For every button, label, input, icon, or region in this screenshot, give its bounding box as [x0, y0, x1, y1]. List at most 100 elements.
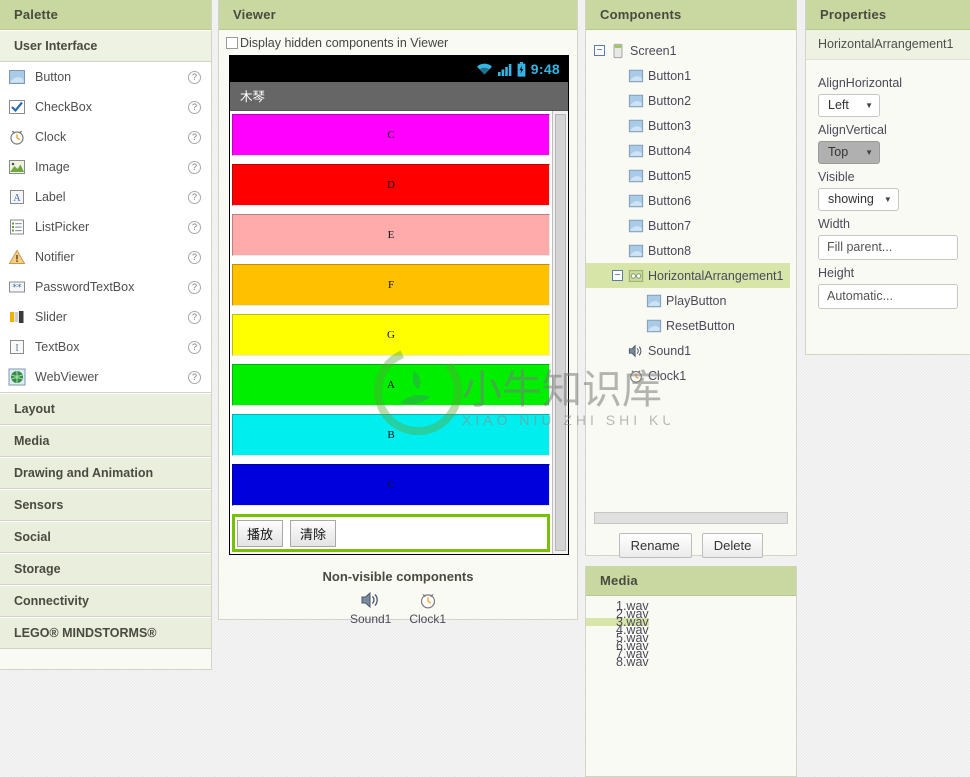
play-button[interactable]: 播放 [237, 520, 283, 547]
note-button-7[interactable]: B [232, 414, 550, 456]
palette-item-image[interactable]: Image? [0, 152, 211, 182]
tree-node-sound1[interactable]: Sound1 [586, 338, 796, 363]
palette-section-lego-mindstorms[interactable]: LEGO® MINDSTORMS® [0, 617, 211, 649]
palette-item-help-icon[interactable]: ? [188, 131, 201, 144]
non-visible-component-clock1[interactable]: Clock1 [409, 591, 446, 626]
note-button-8[interactable]: C [232, 464, 550, 506]
palette-section-layout[interactable]: Layout [0, 393, 211, 425]
property-select-alignhorizontal[interactable]: Left▼ [818, 94, 880, 117]
tree-node-label: Button7 [648, 219, 691, 233]
webviewer-icon [8, 368, 26, 386]
button-icon [628, 168, 644, 184]
property-input-height[interactable]: Automatic... [818, 284, 958, 309]
palette-item-button[interactable]: Button? [0, 62, 211, 92]
palette-item-slider[interactable]: Slider? [0, 302, 211, 332]
tree-node-label: Button1 [648, 69, 691, 83]
tree-node-button4[interactable]: Button4 [586, 138, 796, 163]
tree-toggle-icon[interactable]: − [594, 45, 605, 56]
component-tree-horizontal-scrollbar[interactable] [594, 512, 788, 524]
palette-item-listpicker[interactable]: ListPicker? [0, 212, 211, 242]
speaker-icon [360, 591, 382, 609]
palette-section-sensors[interactable]: Sensors [0, 489, 211, 521]
palette-section-storage[interactable]: Storage [0, 553, 211, 585]
button-icon [646, 293, 662, 309]
palette-item-help-icon[interactable]: ? [188, 341, 201, 354]
tree-node-button2[interactable]: Button2 [586, 88, 796, 113]
tree-node-playbutton[interactable]: PlayButton [586, 288, 796, 313]
property-select-visible[interactable]: showing▼ [818, 188, 899, 211]
palette-item-help-icon[interactable]: ? [188, 251, 201, 264]
viewer-vertical-scrollbar[interactable] [552, 111, 568, 554]
note-button-label: C [387, 129, 394, 141]
button-icon [646, 318, 662, 334]
tree-node-clock1[interactable]: Clock1 [586, 363, 796, 388]
button-icon [628, 93, 644, 109]
palette-item-help-icon[interactable]: ? [188, 161, 201, 174]
palette-item-notifier[interactable]: Notifier? [0, 242, 211, 272]
note-button-5[interactable]: G [232, 314, 550, 356]
palette-section-connectivity[interactable]: Connectivity [0, 585, 211, 617]
reset-button[interactable]: 清除 [290, 520, 336, 547]
horizontal-arrangement[interactable]: 播放清除 [232, 514, 550, 552]
note-button-2[interactable]: D [232, 164, 550, 206]
tree-node-resetbutton[interactable]: ResetButton [586, 313, 796, 338]
non-visible-components-items: Sound1 Clock1 [219, 591, 577, 626]
property-value: showing [828, 192, 874, 206]
viewer-scrollbar-thumb[interactable] [555, 114, 566, 551]
display-hidden-components-row[interactable]: Display hidden components in Viewer [219, 30, 577, 55]
property-input-width[interactable]: Fill parent... [818, 235, 958, 260]
palette-item-webviewer[interactable]: WebViewer? [0, 362, 211, 392]
tree-node-label: Button4 [648, 144, 691, 158]
note-button-6[interactable]: A [232, 364, 550, 406]
tree-node-button3[interactable]: Button3 [586, 113, 796, 138]
palette-title: Palette [0, 0, 211, 30]
tree-node-button5[interactable]: Button5 [586, 163, 796, 188]
display-hidden-components-checkbox[interactable] [226, 37, 238, 49]
palette-section-user-interface[interactable]: User Interface [0, 30, 211, 62]
palette-item-textbox[interactable]: ITextBox? [0, 332, 211, 362]
non-visible-component-sound1[interactable]: Sound1 [350, 591, 391, 626]
image-icon [8, 158, 26, 176]
palette-item-passwordtextbox[interactable]: **PasswordTextBox? [0, 272, 211, 302]
rename-button[interactable]: Rename [619, 533, 692, 558]
tree-node-horizontalarrangement1[interactable]: −HorizontalArrangement1 [586, 263, 790, 288]
delete-button[interactable]: Delete [702, 533, 764, 558]
tree-node-label: Clock1 [648, 369, 686, 383]
tree-node-button6[interactable]: Button6 [586, 188, 796, 213]
palette-item-help-icon[interactable]: ? [188, 371, 201, 384]
note-button-3[interactable]: E [232, 214, 550, 256]
button-icon [628, 243, 644, 259]
palette-item-help-icon[interactable]: ? [188, 71, 201, 84]
button-icon [628, 218, 644, 234]
tree-toggle-icon[interactable]: − [612, 270, 623, 281]
palette-item-help-icon[interactable]: ? [188, 191, 201, 204]
tree-node-screen1[interactable]: −Screen1 [586, 38, 796, 63]
palette-item-checkbox[interactable]: CheckBox? [0, 92, 211, 122]
palette-item-help-icon[interactable]: ? [188, 101, 201, 114]
note-button-1[interactable]: C [232, 114, 550, 156]
palette-item-label: ListPicker [35, 220, 188, 234]
palette-item-help-icon[interactable]: ? [188, 311, 201, 324]
textbox-icon: I [8, 338, 26, 356]
viewer-panel: Viewer Display hidden components in View… [218, 0, 578, 620]
tree-node-button1[interactable]: Button1 [586, 63, 796, 88]
note-button-label: F [388, 279, 394, 291]
property-value: Top [828, 145, 848, 159]
palette-item-label: CheckBox [35, 100, 188, 114]
palette-item-label[interactable]: ALabel? [0, 182, 211, 212]
property-select-alignvertical[interactable]: Top▼ [818, 141, 880, 164]
palette-item-help-icon[interactable]: ? [188, 281, 201, 294]
note-button-4[interactable]: F [232, 264, 550, 306]
media-file-8-wav[interactable]: 8.wav [586, 658, 649, 666]
tree-node-button7[interactable]: Button7 [586, 213, 796, 238]
tree-node-label: Button5 [648, 169, 691, 183]
property-label-width: Width [818, 217, 958, 231]
palette-item-help-icon[interactable]: ? [188, 221, 201, 234]
palette-section-drawing-and-animation[interactable]: Drawing and Animation [0, 457, 211, 489]
property-value: Left [828, 98, 849, 112]
palette-item-clock[interactable]: Clock? [0, 122, 211, 152]
phone-status-bar: 9:48 [230, 56, 568, 82]
palette-section-media[interactable]: Media [0, 425, 211, 457]
palette-section-social[interactable]: Social [0, 521, 211, 553]
tree-node-button8[interactable]: Button8 [586, 238, 796, 263]
